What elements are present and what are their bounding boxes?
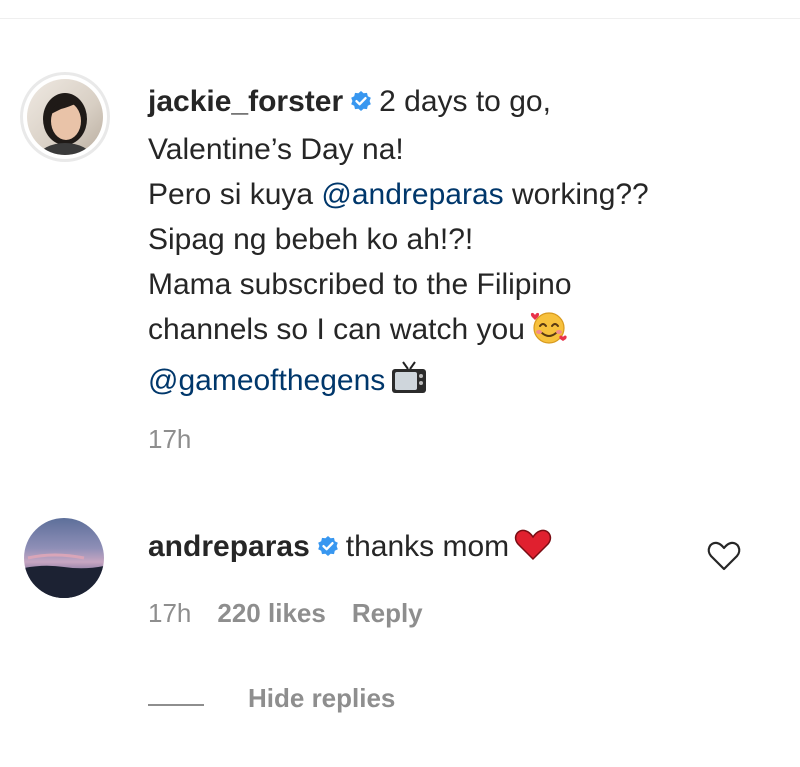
verified-badge-icon [316,527,340,572]
verified-badge-icon [349,82,373,127]
hide-replies-button[interactable]: Hide replies [248,683,395,714]
like-heart-icon[interactable] [706,540,742,572]
reply-timestamp: 17h [148,598,192,628]
comment-line: channels so I can watch you [148,313,525,346]
avatar-photo [27,79,103,155]
comment-line: Sipag ng bebeh ko ah!?! [148,223,474,256]
comment-line: Valentine’s Day na! [148,133,404,166]
reply-meta: 17h 220 likes Reply [148,598,449,629]
reply-button[interactable]: Reply [352,598,423,628]
comment-username[interactable]: jackie_forster [148,85,343,118]
smiling-face-with-hearts-icon [529,309,569,358]
reply-body: thanks mom [345,530,510,563]
comment-line: working?? [512,178,649,211]
avatar[interactable] [24,518,104,598]
comment-text: jackie_forster 2 days to go, Valentine’s … [148,79,768,409]
comment-line: Mama subscribed to the Filipino [148,268,572,301]
television-icon [389,360,429,409]
comment-line: 2 days to go, [379,85,551,118]
comment-timestamp: 17h [148,424,192,454]
comment-line: Pero si kuya [148,178,314,211]
red-heart-icon [513,528,553,575]
mention-link[interactable]: @andreparas [321,178,503,211]
profile-photo-icon [39,93,91,155]
hide-replies-line [148,704,204,706]
reply-username[interactable]: andreparas [148,530,310,563]
top-divider [0,18,800,19]
avatar[interactable] [20,72,110,162]
reply-text: andreparas thanks mom [148,524,688,575]
likes-count[interactable]: 220 likes [217,598,325,628]
mention-link[interactable]: @gameofthegens [148,364,385,397]
sunset-photo-icon [24,553,104,598]
